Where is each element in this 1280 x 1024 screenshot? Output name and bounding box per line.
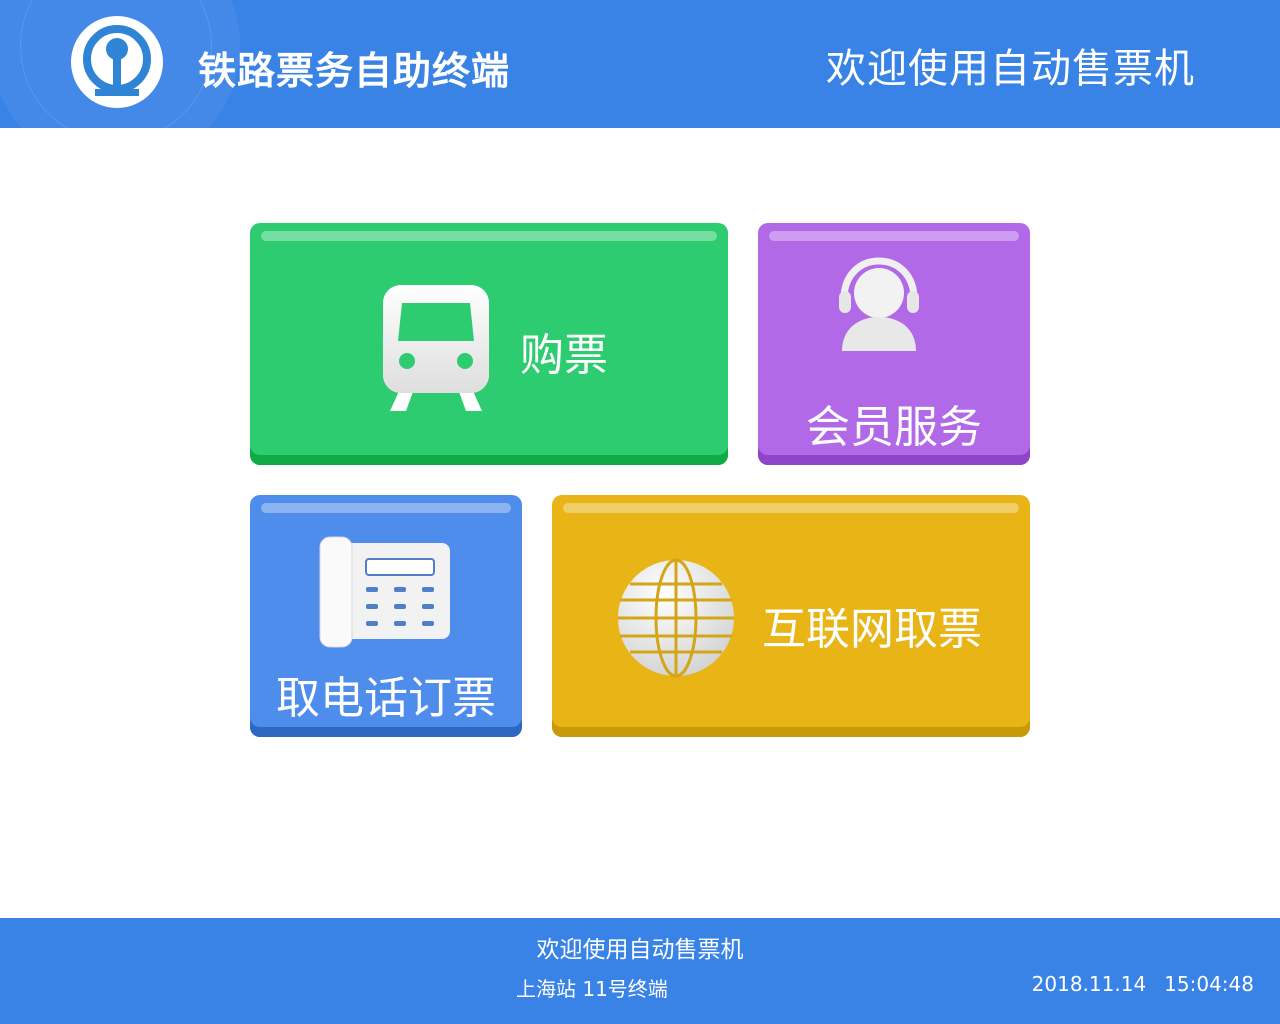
- customer-service-headset-icon: [839, 257, 919, 351]
- current-date: 2018.11.14: [1031, 972, 1147, 996]
- railway-logo-icon: [71, 16, 163, 108]
- current-time: 15:04:48: [1164, 972, 1254, 996]
- train-icon: [383, 285, 489, 411]
- app-title: 铁路票务自助终端: [198, 49, 511, 93]
- buy-ticket-button[interactable]: 购票: [250, 223, 728, 465]
- phone-booking-pickup-button[interactable]: 取电话订票: [250, 495, 522, 737]
- ticket-kiosk-screen: 铁路票务自助终端 欢迎使用自动售票机 购票 会员服务 取电话订票 互联网取票 欢…: [0, 0, 1280, 1024]
- internet-ticket-pickup-button[interactable]: 互联网取票: [552, 495, 1030, 737]
- date-time-display: 2018.11.14 15:04:48: [1032, 972, 1254, 996]
- footer-welcome-text: 欢迎使用自动售票机: [536, 937, 744, 963]
- member-service-label: 会员服务: [806, 402, 982, 453]
- welcome-title: 欢迎使用自动售票机: [826, 46, 1195, 92]
- station-terminal-info: 上海站 11号终端: [516, 977, 668, 1001]
- internet-ticket-pickup-label: 互联网取票: [762, 604, 982, 655]
- telephone-icon: [319, 536, 450, 648]
- header-bar: 铁路票务自助终端 欢迎使用自动售票机: [0, 0, 1280, 128]
- footer-bar: 欢迎使用自动售票机 上海站 11号终端 2018.11.14 15:04:48: [0, 918, 1280, 1024]
- phone-booking-pickup-label: 取电话订票: [276, 673, 496, 724]
- member-service-button[interactable]: 会员服务: [758, 223, 1030, 465]
- buy-ticket-label: 购票: [520, 330, 608, 381]
- globe-icon: [618, 558, 734, 678]
